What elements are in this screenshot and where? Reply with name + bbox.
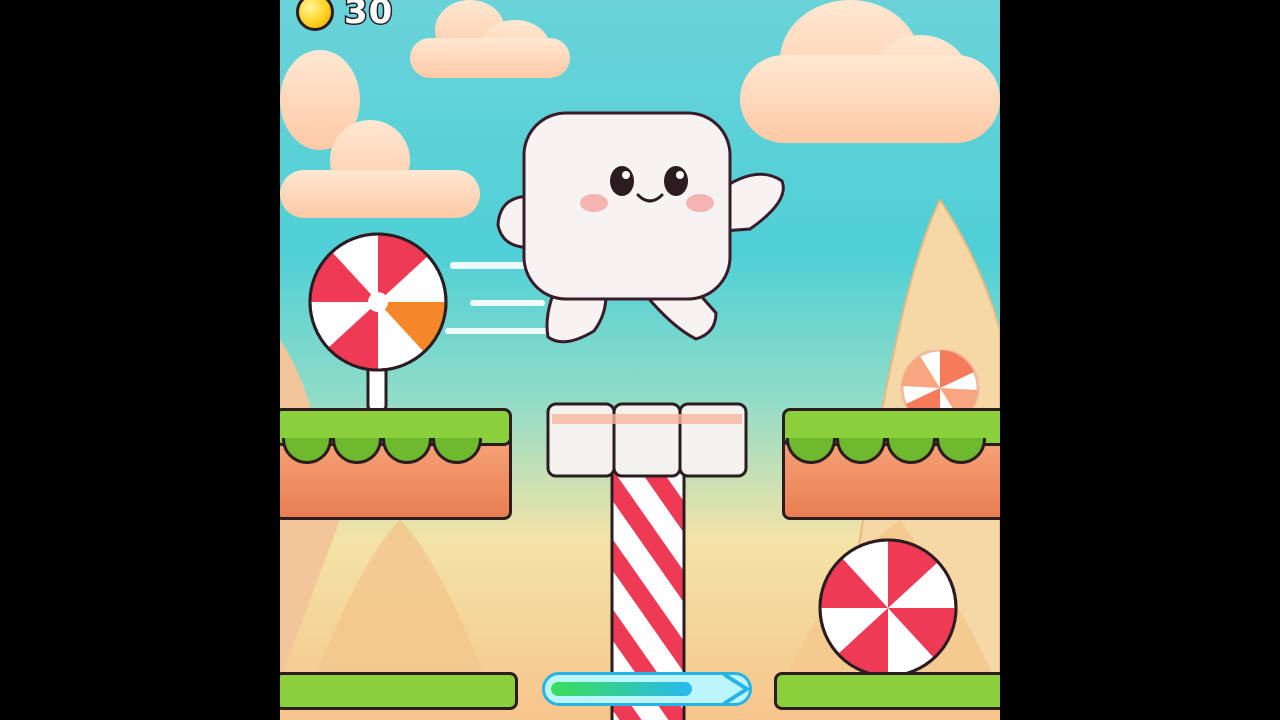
score-hud: 30 [296, 0, 394, 34]
peppermint-candy [818, 538, 958, 678]
grass-platform [774, 672, 1000, 720]
game-viewport: 30 [280, 0, 1000, 720]
arrow-right-icon [723, 673, 749, 705]
grass-platform [280, 672, 518, 720]
lollipop-candy [308, 232, 448, 412]
grass-platform [782, 408, 1000, 520]
move-right-button[interactable] [542, 672, 752, 706]
marshmallow-character [496, 111, 785, 344]
coin-icon [296, 0, 334, 31]
score-value: 30 [342, 0, 394, 34]
peppermint-candy [900, 350, 980, 414]
grass-platform [280, 408, 512, 520]
move-progress-fill [551, 682, 692, 696]
